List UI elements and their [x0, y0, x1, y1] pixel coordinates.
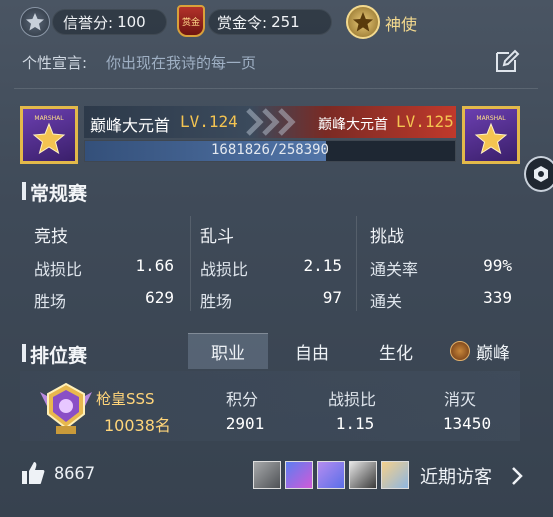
tab-professional[interactable]: 职业	[188, 333, 268, 369]
edit-icon[interactable]	[494, 48, 520, 74]
visitor-avatar-2[interactable]	[285, 461, 313, 489]
ranked-stat-2-label: 战损比	[328, 390, 377, 409]
left-badge-text: MARSHAL	[34, 114, 64, 122]
side-float-button[interactable]	[524, 156, 553, 192]
bounty-shield-text: 赏金	[181, 17, 200, 28]
regular-col-1-row-2-label: 胜场	[34, 292, 67, 311]
regular-col-3-row-1-value: 99%	[483, 256, 512, 275]
right-badge-star-icon	[474, 122, 508, 154]
regular-col-2-row-1-value: 2.15	[303, 256, 342, 275]
credit-score-label: 信誉分:	[63, 13, 114, 32]
regular-col-1-title: 竞技	[34, 227, 68, 247]
divine-emblem-icon	[346, 5, 380, 39]
tab-zombie[interactable]: 生化	[356, 333, 436, 369]
visitor-avatar-1[interactable]	[253, 461, 281, 489]
motto-text: 你出现在我诗的每一页	[106, 54, 257, 72]
regular-col-3-row-2-value: 339	[483, 288, 512, 307]
bounty-label: 赏金令:	[217, 13, 268, 32]
visitor-avatar-3[interactable]	[317, 461, 345, 489]
ranked-stat-1-label: 积分	[226, 390, 259, 409]
left-rank-badge: MARSHAL	[20, 106, 78, 164]
credit-score-value: 100	[117, 13, 146, 31]
regular-col-2-row-2-label: 胜场	[200, 292, 233, 311]
regular-col-divider-2	[356, 216, 357, 311]
current-rank-title: 巅峰大元首	[90, 116, 171, 135]
top-divider	[14, 88, 538, 89]
credit-star-icon	[20, 7, 50, 37]
role-title: 神使	[385, 15, 418, 34]
left-badge-star-icon	[32, 122, 66, 154]
like-count: 8667	[54, 464, 95, 484]
bounty-shield-icon: 赏金	[177, 5, 205, 37]
peak-emblem-icon	[450, 341, 470, 361]
current-rank-level: LV.124	[180, 112, 238, 131]
next-rank-title: 巅峰大元首	[318, 117, 388, 133]
regular-col-2-row-2-value: 97	[322, 288, 342, 307]
regular-col-3-row-1-label: 通关率	[370, 260, 419, 279]
tab-peak[interactable]: 巅峰	[440, 333, 520, 369]
ranked-section-bar	[22, 344, 26, 362]
exp-progress-text: 1681826/258390	[210, 142, 329, 158]
ranked-stat-2-value: 1.15	[335, 414, 375, 433]
motto-label: 个性宣言:	[22, 54, 88, 72]
ranked-section-title: 排位赛	[30, 345, 88, 367]
regular-col-2-title: 乱斗	[200, 227, 234, 247]
ranked-stat-1-value: 2901	[225, 414, 265, 433]
regular-col-1-row-2-value: 629	[145, 288, 174, 307]
like-thumb-icon[interactable]	[20, 460, 46, 486]
right-badge-text: MARSHAL	[476, 114, 506, 122]
gear-icon	[534, 166, 548, 182]
credit-score-pill[interactable]: 信誉分: 100	[52, 9, 167, 35]
recent-visitors-link[interactable]: 近期访客	[420, 463, 492, 489]
regular-section-title: 常规赛	[30, 183, 88, 205]
regular-section-bar	[22, 182, 26, 200]
ranked-stat-3-value: 13450	[442, 414, 492, 433]
regular-col-divider-1	[190, 216, 191, 311]
tab-peak-label: 巅峰	[476, 343, 510, 364]
regular-col-2-row-1-label: 战损比	[200, 260, 249, 279]
regular-col-3-row-2-label: 通关	[370, 292, 403, 311]
chevron-right-icon[interactable]	[510, 466, 524, 486]
visitor-avatar-4[interactable]	[349, 461, 377, 489]
regular-col-1-row-1-label: 战损比	[34, 260, 83, 279]
ranked-stat-3-label: 消灭	[444, 390, 477, 409]
bounty-pill[interactable]: 赏金令: 251	[208, 9, 332, 35]
tab-free[interactable]: 自由	[272, 333, 352, 369]
regular-col-1-row-1-value: 1.66	[135, 256, 174, 275]
next-rank-level: LV.125	[396, 112, 454, 131]
right-rank-badge: MARSHAL	[462, 106, 520, 164]
rank-emblem-icon	[36, 378, 96, 438]
regular-col-3-title: 挑战	[370, 227, 404, 247]
rank-tier-name: 枪皇SSS	[96, 390, 155, 408]
level-arrows-icon	[240, 108, 300, 136]
rank-position: 10038名	[104, 416, 171, 435]
visitor-avatar-5[interactable]	[381, 461, 409, 489]
bounty-value: 251	[271, 13, 300, 31]
regular-stats-panel: 竞技 战损比 1.66 胜场 629 乱斗 战损比 2.15 胜场 97 挑战 …	[20, 206, 520, 316]
